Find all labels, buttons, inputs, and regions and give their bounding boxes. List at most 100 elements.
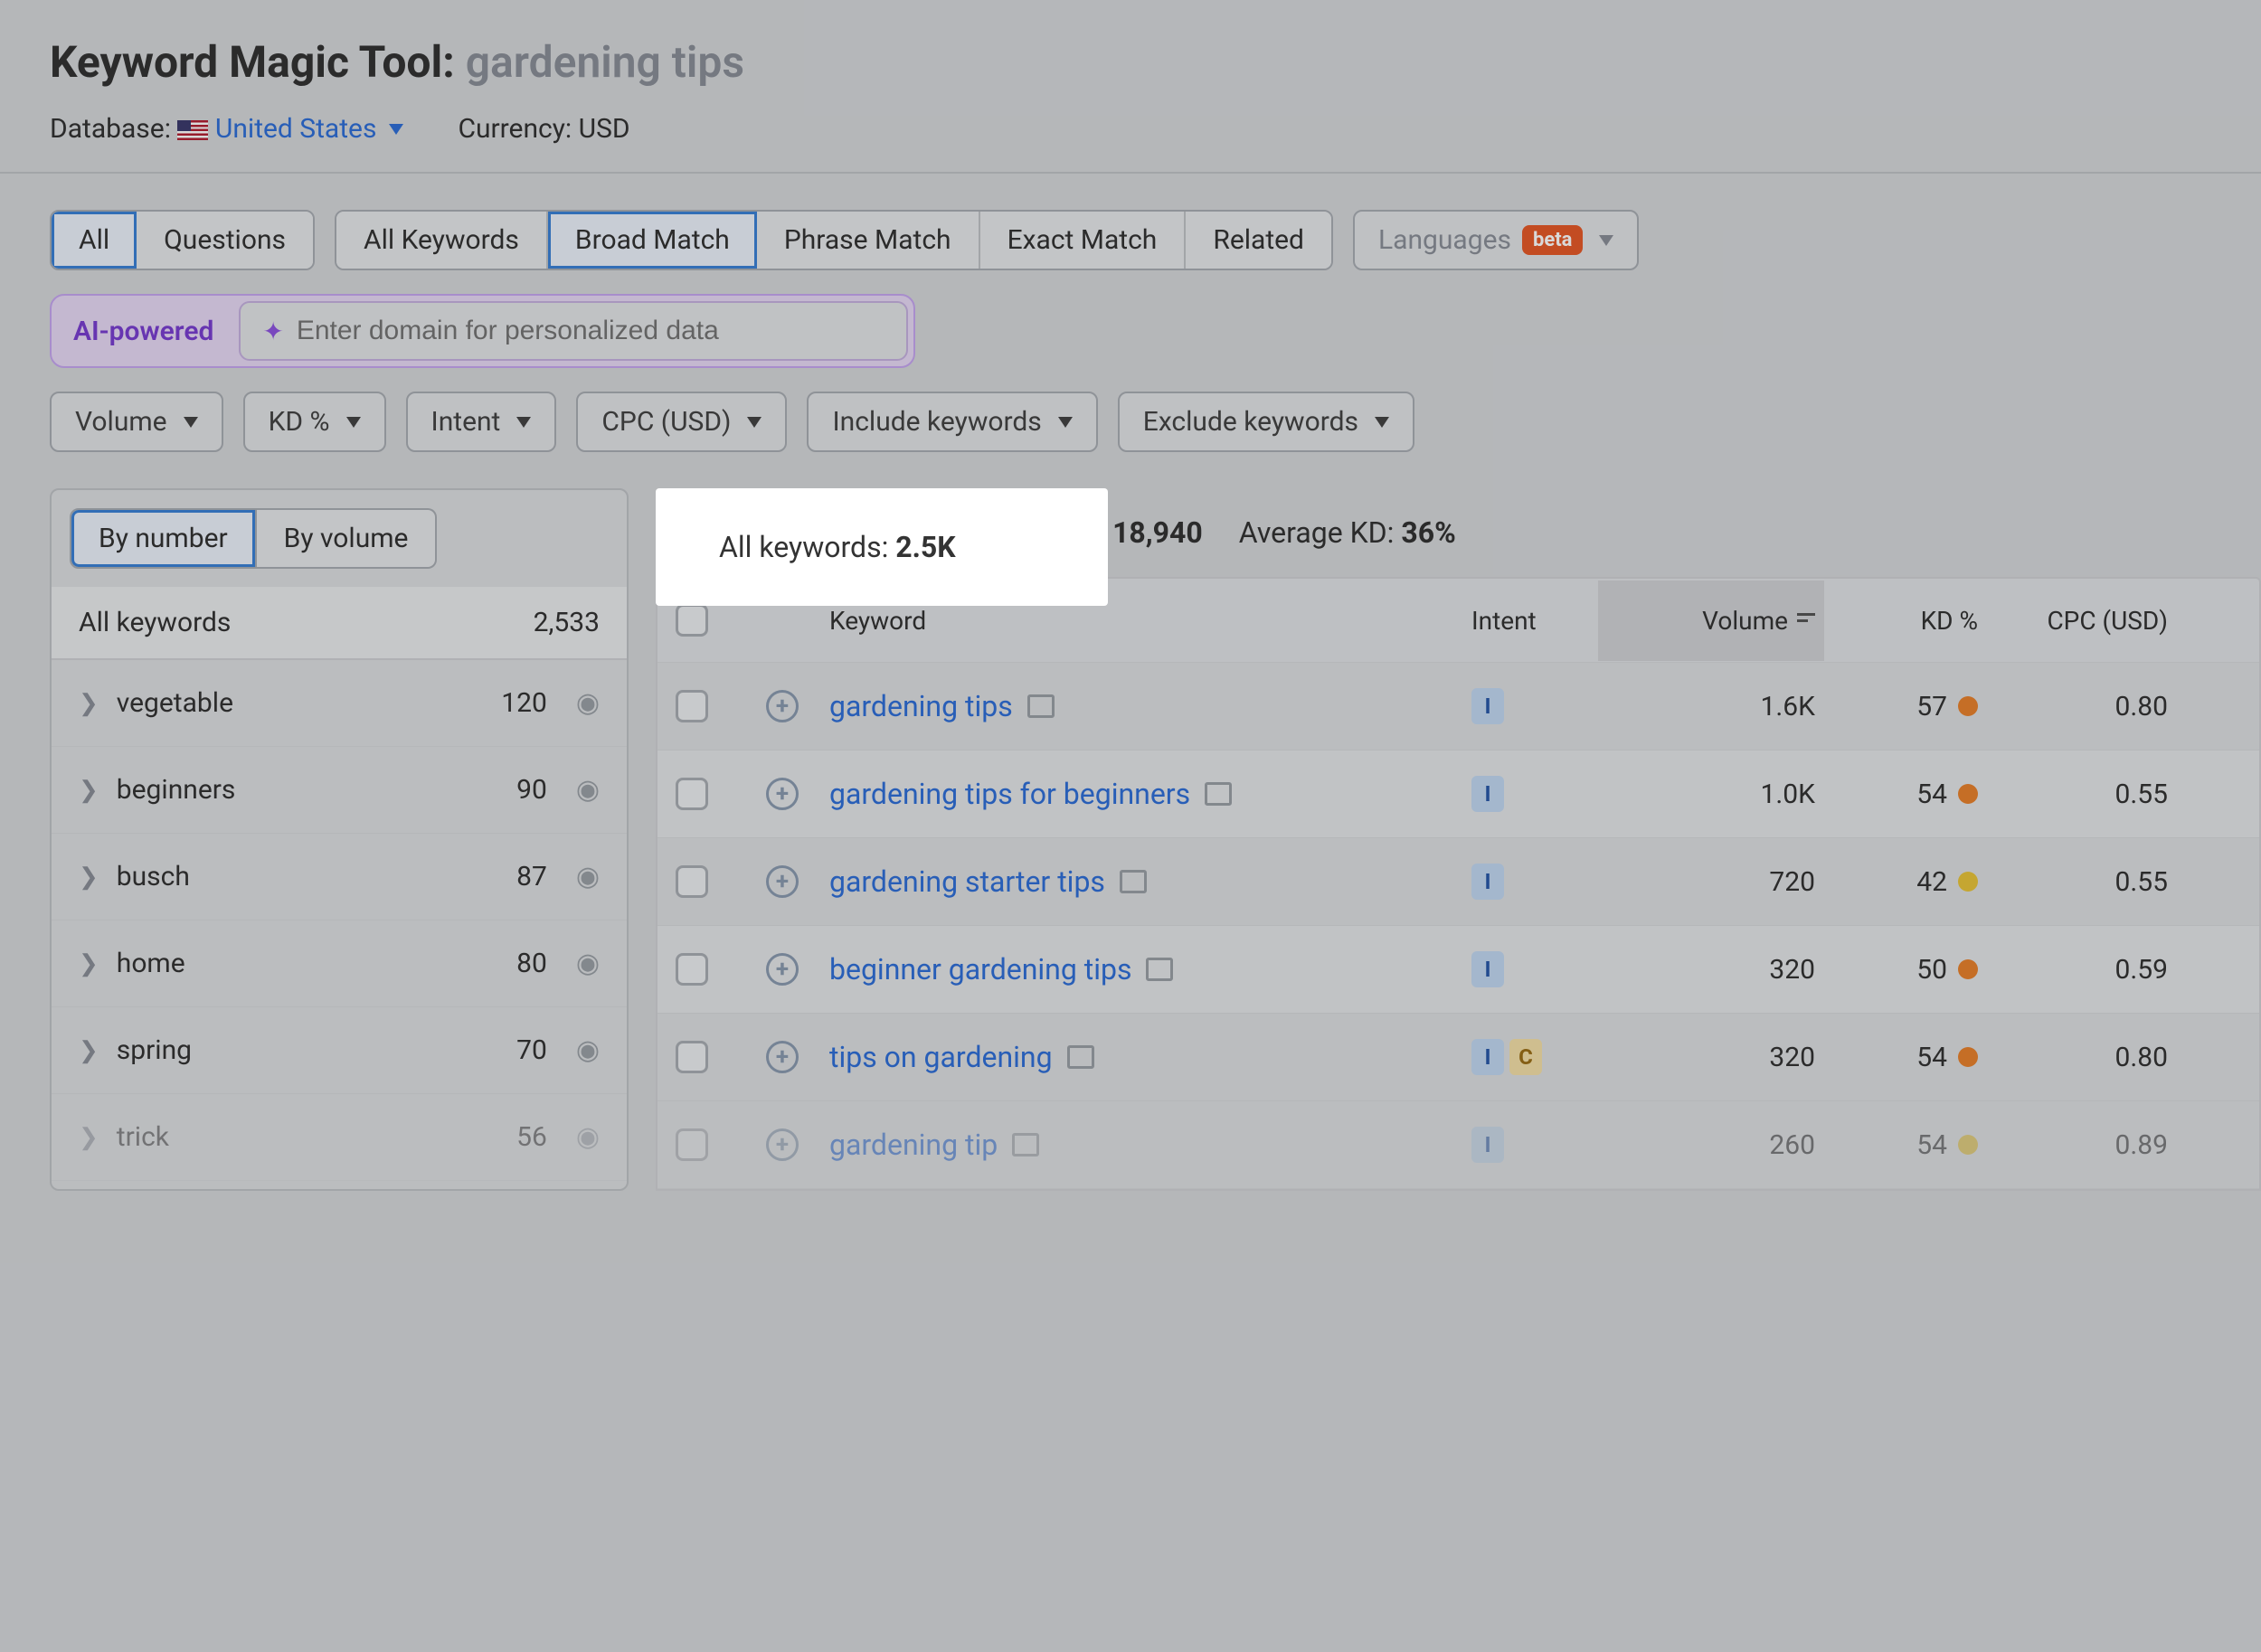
row-checkbox[interactable] bbox=[676, 865, 708, 898]
row-checkbox[interactable] bbox=[676, 690, 708, 722]
intent-cell: I bbox=[1471, 688, 1598, 724]
filter-cpc[interactable]: CPC (USD) bbox=[576, 392, 787, 452]
volume-cell: 1.6K bbox=[1607, 691, 1815, 722]
volume-cell: 260 bbox=[1607, 1129, 1815, 1161]
volume-cell: 320 bbox=[1607, 954, 1815, 986]
eye-icon[interactable]: ◉ bbox=[576, 861, 600, 892]
row-checkbox[interactable] bbox=[676, 953, 708, 986]
eye-icon[interactable]: ◉ bbox=[576, 948, 600, 979]
cpc-cell: 0.80 bbox=[1987, 691, 2168, 722]
sort-by-number[interactable]: By number bbox=[70, 508, 257, 569]
beta-badge: beta bbox=[1522, 225, 1583, 255]
chevron-down-icon bbox=[747, 417, 762, 428]
add-to-list-icon[interactable]: + bbox=[766, 1041, 799, 1073]
row-checkbox[interactable] bbox=[676, 1128, 708, 1161]
keyword-link[interactable]: gardening starter tips bbox=[829, 864, 1105, 899]
chevron-down-icon bbox=[1599, 235, 1613, 246]
chevron-right-icon: ❯ bbox=[79, 950, 99, 977]
col-keyword[interactable]: Keyword bbox=[829, 606, 1462, 636]
keyword-link[interactable]: gardening tips for beginners bbox=[829, 777, 1190, 811]
col-cpc[interactable]: CPC (USD) bbox=[1987, 606, 2168, 636]
currency-value: USD bbox=[579, 113, 630, 145]
select-all-checkbox[interactable] bbox=[676, 604, 708, 637]
tab-all[interactable]: All bbox=[52, 212, 137, 269]
col-volume[interactable]: Volume bbox=[1598, 581, 1824, 661]
eye-icon[interactable]: ◉ bbox=[576, 687, 600, 719]
add-to-list-icon[interactable]: + bbox=[766, 778, 799, 810]
sort-by-volume[interactable]: By volume bbox=[257, 508, 438, 569]
row-checkbox[interactable] bbox=[676, 778, 708, 810]
col-kd[interactable]: KD % bbox=[1824, 606, 1978, 636]
serp-icon[interactable] bbox=[1205, 782, 1232, 806]
serp-icon[interactable] bbox=[1012, 1133, 1039, 1156]
keyword-link[interactable]: beginner gardening tips bbox=[829, 952, 1131, 986]
sparkle-icon: ✦ bbox=[262, 316, 283, 346]
group-name: beginners bbox=[117, 774, 498, 806]
database-selector[interactable]: United States bbox=[215, 113, 404, 145]
add-to-list-icon[interactable]: + bbox=[766, 690, 799, 722]
keyword-link[interactable]: tips on gardening bbox=[829, 1040, 1053, 1074]
row-checkbox[interactable] bbox=[676, 1041, 708, 1073]
kd-cell: 57 bbox=[1824, 691, 1978, 722]
chevron-down-icon bbox=[184, 417, 198, 428]
filter-exclude[interactable]: Exclude keywords bbox=[1118, 392, 1414, 452]
chevron-down-icon bbox=[346, 417, 361, 428]
sidebar-item[interactable]: ❯ busch 87 ◉ bbox=[52, 834, 627, 920]
filter-kd[interactable]: KD % bbox=[243, 392, 386, 452]
add-to-list-icon[interactable]: + bbox=[766, 953, 799, 986]
volume-cell: 1.0K bbox=[1607, 779, 1815, 810]
cpc-cell: 0.89 bbox=[1987, 1129, 2168, 1161]
serp-icon[interactable] bbox=[1027, 694, 1055, 718]
group-count: 56 bbox=[516, 1121, 547, 1153]
serp-icon[interactable] bbox=[1146, 958, 1173, 981]
kd-cell: 50 bbox=[1824, 954, 1978, 986]
difficulty-dot bbox=[1958, 696, 1978, 716]
domain-input-box[interactable]: ✦ bbox=[239, 301, 908, 361]
filter-intent[interactable]: Intent bbox=[406, 392, 557, 452]
group-name: home bbox=[117, 948, 498, 979]
eye-icon[interactable]: ◉ bbox=[576, 1034, 600, 1066]
intent-badge-i: I bbox=[1471, 864, 1504, 900]
intent-cell: I bbox=[1471, 864, 1598, 900]
sidebar-item[interactable]: ❯ home 80 ◉ bbox=[52, 920, 627, 1007]
kd-cell: 42 bbox=[1824, 866, 1978, 898]
eye-icon[interactable]: ◉ bbox=[576, 774, 600, 806]
eye-icon[interactable]: ◉ bbox=[576, 1121, 600, 1153]
match-all-keywords[interactable]: All Keywords bbox=[336, 212, 548, 269]
ai-powered-label: AI-powered bbox=[57, 305, 230, 358]
match-exact[interactable]: Exact Match bbox=[980, 212, 1187, 269]
match-phrase[interactable]: Phrase Match bbox=[757, 212, 980, 269]
add-to-list-icon[interactable]: + bbox=[766, 1128, 799, 1161]
match-broad[interactable]: Broad Match bbox=[548, 212, 757, 269]
chevron-right-icon: ❯ bbox=[79, 1124, 99, 1151]
intent-badge-c: C bbox=[1509, 1039, 1542, 1075]
add-to-list-icon[interactable]: + bbox=[766, 865, 799, 898]
scope-toggle: All Questions bbox=[50, 210, 315, 270]
difficulty-dot bbox=[1958, 1047, 1978, 1067]
sidebar-item[interactable]: ❯ spring 70 ◉ bbox=[52, 1007, 627, 1094]
filter-include[interactable]: Include keywords bbox=[807, 392, 1097, 452]
sidebar-item[interactable]: ❯ beginners 90 ◉ bbox=[52, 747, 627, 834]
sidebar-item[interactable]: ❯ vegetable 120 ◉ bbox=[52, 660, 627, 747]
all-keywords-highlight: All keywords: 2.5K bbox=[656, 488, 1108, 606]
intent-badge-i: I bbox=[1471, 1039, 1504, 1075]
languages-dropdown[interactable]: Languages beta bbox=[1353, 210, 1639, 270]
serp-icon[interactable] bbox=[1120, 870, 1147, 893]
keyword-link[interactable]: gardening tips bbox=[829, 689, 1013, 723]
domain-input[interactable] bbox=[297, 316, 885, 346]
serp-icon[interactable] bbox=[1067, 1045, 1094, 1069]
tab-questions[interactable]: Questions bbox=[137, 212, 313, 269]
keyword-link[interactable]: gardening tip bbox=[829, 1128, 998, 1162]
ai-powered-container: AI-powered ✦ bbox=[50, 294, 915, 368]
cpc-cell: 0.55 bbox=[1987, 779, 2168, 810]
sidebar-item[interactable]: ❯ trick 56 ◉ bbox=[52, 1094, 627, 1181]
currency-label: Currency: bbox=[458, 113, 572, 145]
group-name: busch bbox=[117, 861, 498, 892]
cpc-cell: 0.59 bbox=[1987, 954, 2168, 986]
chevron-right-icon: ❯ bbox=[79, 777, 99, 804]
keywords-table: Keyword Intent Volume KD % CPC (USD) + g… bbox=[656, 577, 2261, 1191]
table-row: + gardening tip I 260 54 0.89 bbox=[657, 1101, 2259, 1189]
match-related[interactable]: Related bbox=[1186, 212, 1331, 269]
filter-volume[interactable]: Volume bbox=[50, 392, 223, 452]
col-intent[interactable]: Intent bbox=[1471, 606, 1598, 636]
